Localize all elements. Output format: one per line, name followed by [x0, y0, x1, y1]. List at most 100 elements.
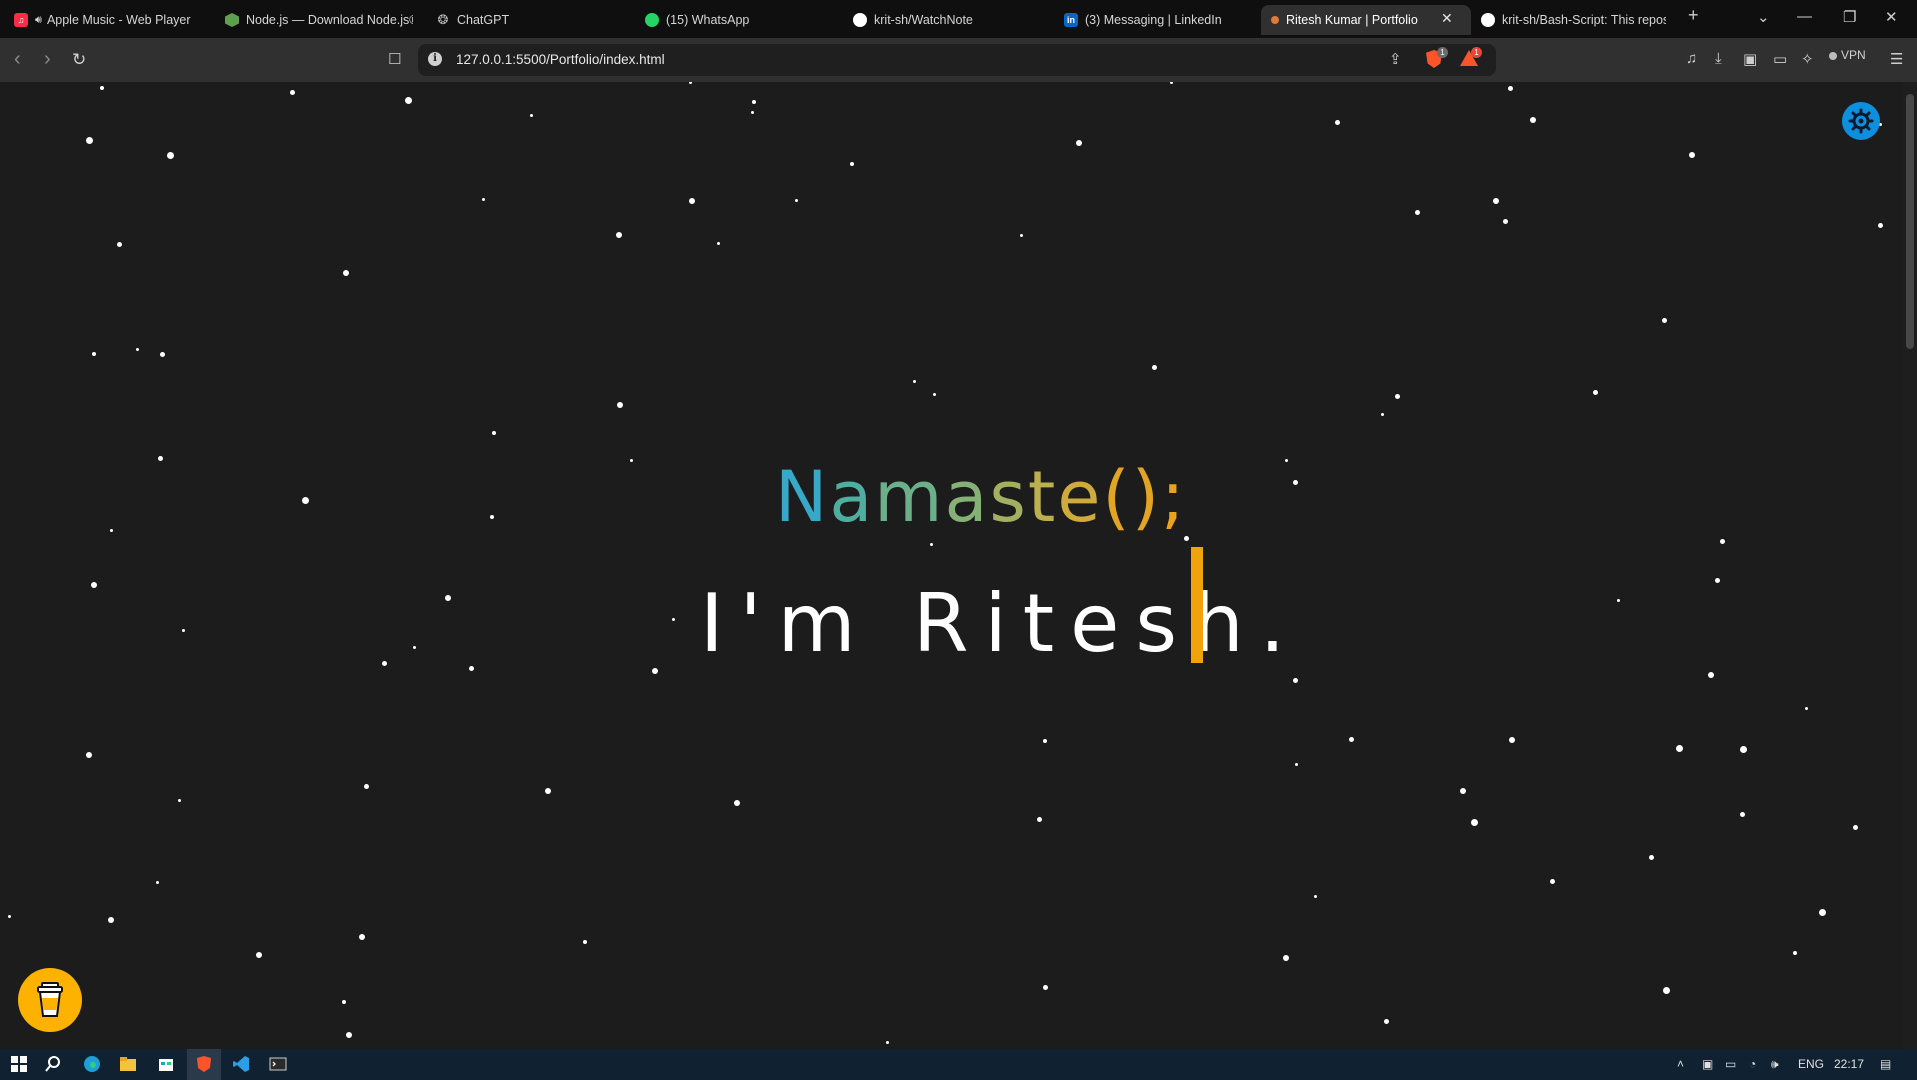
greeting-char: ;	[1161, 456, 1187, 538]
star	[109, 528, 113, 532]
greeting-char: e	[1057, 456, 1103, 538]
new-tab-icon[interactable]: +	[1688, 5, 1699, 26]
tab-apple-music[interactable]: ♫ 🔊︎ Apple Music - Web Player	[14, 5, 214, 35]
tab-nodejs[interactable]: Node.js — Download Node.js®	[225, 5, 413, 35]
wifi-icon[interactable]: ◔	[1749, 1057, 1756, 1071]
file-explorer-icon[interactable]	[119, 1055, 137, 1073]
sidebar-icon[interactable]: ▣	[1743, 50, 1757, 68]
search-icon[interactable]	[44, 1055, 62, 1073]
language-indicator[interactable]: ENG	[1798, 1057, 1824, 1071]
star	[1793, 951, 1797, 955]
portfolio-page	[0, 82, 1917, 1049]
star	[468, 665, 474, 671]
greeting-char: m	[874, 456, 945, 538]
star	[1818, 908, 1826, 916]
terminal-icon[interactable]	[269, 1055, 287, 1073]
back-icon[interactable]: ‹	[14, 48, 21, 71]
greeting-char: a	[944, 456, 990, 538]
wallet-icon[interactable]: ▭	[1773, 50, 1787, 68]
forward-icon[interactable]: ›	[44, 48, 51, 71]
star	[671, 617, 675, 621]
download-icon[interactable]: ⤓	[1715, 50, 1722, 67]
star	[734, 800, 740, 806]
star	[1470, 818, 1478, 826]
tab-label: Apple Music - Web Player	[46, 13, 191, 27]
buy-me-a-coffee-button[interactable]	[18, 968, 82, 1032]
star	[583, 940, 587, 944]
tray-app-icon[interactable]: ▣	[1702, 1057, 1713, 1071]
star	[404, 96, 412, 104]
tray-chevron-icon[interactable]: ˄	[1677, 1057, 1684, 1071]
star	[1414, 209, 1420, 215]
star	[1530, 117, 1536, 123]
theme-toggle-button[interactable]	[1842, 102, 1880, 140]
edge-icon[interactable]	[83, 1055, 101, 1073]
music-icon[interactable]: ♫	[1686, 50, 1697, 67]
star	[91, 582, 97, 588]
star	[1313, 894, 1317, 898]
menu-icon[interactable]: ☰	[1890, 50, 1903, 68]
typing-cursor	[1191, 547, 1203, 663]
star	[1616, 598, 1620, 602]
tab-strip: ♫ 🔊︎ Apple Music - Web Player Node.js — …	[0, 0, 1917, 38]
close-tab-icon[interactable]: ✕	[1441, 10, 1453, 27]
star	[412, 645, 416, 649]
star	[1708, 672, 1714, 678]
address-bar[interactable]: i 127.0.0.1:5500/Portfolio/index.html	[418, 44, 1496, 76]
star	[1507, 85, 1513, 91]
greeting-char: N	[775, 456, 830, 538]
star	[1042, 984, 1048, 990]
site-info-icon[interactable]: i	[428, 52, 442, 66]
star	[381, 660, 387, 666]
star	[1294, 762, 1298, 766]
star	[342, 1000, 346, 1004]
restore-icon[interactable]: ❐	[1843, 8, 1856, 26]
star	[159, 351, 165, 357]
star	[1689, 152, 1695, 158]
star	[629, 458, 633, 462]
greeting-char: t	[1027, 456, 1058, 538]
share-icon[interactable]: ⇪	[1389, 50, 1402, 68]
scrollbar-thumb[interactable]	[1906, 94, 1914, 349]
star	[617, 402, 623, 408]
greeting-char: ()	[1102, 456, 1162, 538]
vpn-button[interactable]: VPN	[1829, 48, 1866, 62]
star	[1348, 736, 1354, 742]
star	[301, 496, 309, 504]
tab-label: (15) WhatsApp	[666, 13, 750, 27]
windows-start-icon[interactable]	[10, 1055, 28, 1073]
star	[688, 82, 692, 84]
address-url[interactable]: 127.0.0.1:5500/Portfolio/index.html	[456, 52, 665, 67]
notifications-icon[interactable]: ▤	[1880, 1057, 1891, 1071]
tab-chatgpt[interactable]: ❂ ChatGPT	[436, 5, 626, 35]
reload-icon[interactable]: ↻	[72, 50, 86, 70]
tab-github-bash-script[interactable]: krit-sh/Bash-Script: This repos...	[1481, 5, 1666, 35]
star	[545, 788, 551, 794]
bookmark-icon[interactable]: ☐	[388, 50, 401, 68]
volume-icon[interactable]: 🕪︎	[1771, 1057, 1779, 1072]
speaker-icon: 🔊︎	[35, 13, 42, 26]
star	[85, 136, 93, 144]
close-window-icon[interactable]: ✕	[1885, 8, 1898, 26]
vscode-icon[interactable]	[232, 1055, 250, 1073]
tab-whatsapp[interactable]: (15) WhatsApp	[645, 5, 835, 35]
intro-text: I'm Ritesh.	[700, 577, 1302, 670]
star	[1151, 364, 1157, 370]
star	[363, 783, 369, 789]
brave-browser-icon[interactable]	[195, 1055, 213, 1073]
tab-portfolio[interactable]: Ritesh Kumar | Portfolio	[1261, 5, 1471, 35]
battery-icon[interactable]: ▭	[1725, 1057, 1736, 1071]
leo-ai-icon[interactable]: ✧	[1801, 50, 1814, 68]
tab-search-chevron-icon[interactable]: ⌄	[1757, 8, 1770, 26]
clock[interactable]: 22:17	[1834, 1057, 1864, 1071]
store-icon[interactable]	[157, 1055, 175, 1073]
page-scrollbar[interactable]	[1903, 82, 1917, 1049]
star	[157, 455, 163, 461]
tab-label: Ritesh Kumar | Portfolio	[1286, 13, 1418, 27]
star	[135, 347, 139, 351]
shields-count-badge: 1	[1437, 47, 1448, 58]
tab-linkedin[interactable]: in (3) Messaging | LinkedIn	[1064, 5, 1254, 35]
star	[750, 110, 754, 114]
tab-github-watchnote[interactable]: krit-sh/WatchNote	[853, 5, 1043, 35]
minimize-icon[interactable]: —	[1797, 8, 1812, 25]
